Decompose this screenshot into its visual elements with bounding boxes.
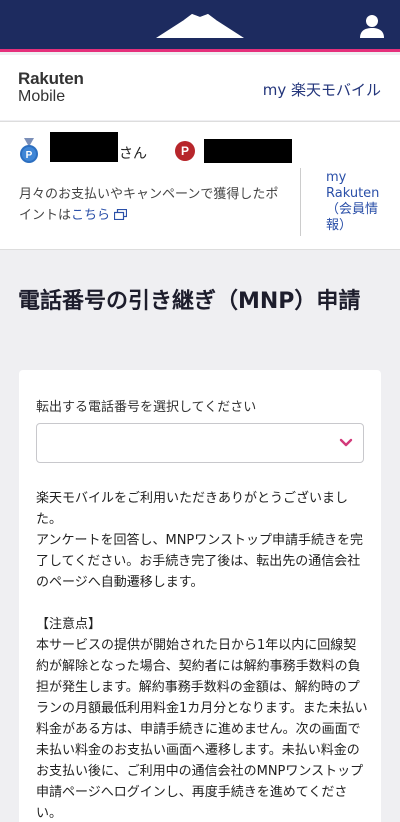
medal-icon: P — [20, 138, 38, 163]
honorific-label: さん — [119, 146, 147, 162]
redacted-point-balance — [204, 139, 292, 163]
rakuten-point-badge: P — [175, 141, 195, 161]
brand-bar: Rakuten Mobile my 楽天モバイル — [0, 55, 400, 120]
user-icon[interactable] — [358, 12, 386, 40]
notice-heading: 【注意点】 — [36, 617, 102, 632]
vertical-divider — [300, 168, 301, 236]
mount-fuji-icon[interactable] — [154, 10, 246, 40]
notice-body: 本サービスの提供が開始された日から1年以内に回線契約が解除となった場合、契約者に… — [36, 638, 368, 821]
svg-text:P: P — [26, 150, 33, 161]
external-link-icon[interactable] — [114, 209, 128, 220]
chevron-down-icon — [339, 438, 353, 447]
points-here-link[interactable]: こちら — [71, 208, 110, 223]
member-points-panel: P さん P 月々のお支払いやキャンペーンで獲得したポイントはこちら my Ra… — [0, 121, 400, 250]
thanks-paragraph: 楽天モバイルをご利用いただきありがとうございました。 — [36, 491, 349, 527]
page-title: 電話番号の引き継ぎ（MNP）申請 — [18, 289, 361, 314]
points-note-text: 月々のお支払いやキャンペーンで獲得したポイントは — [19, 187, 279, 223]
my-rakuten-member-info-link[interactable]: my Rakuten（会員情報） — [326, 170, 382, 234]
phone-number-select[interactable] — [36, 423, 364, 463]
rakuten-logo-text[interactable]: Rakuten — [18, 69, 84, 89]
mobile-logo-text[interactable]: Mobile — [18, 88, 65, 106]
my-rakuten-mobile-link[interactable]: my 楽天モバイル — [263, 79, 381, 100]
mnp-info-text: 楽天モバイルをご利用いただきありがとうございました。 アンケートを回答し、MNP… — [36, 488, 368, 822]
points-note: 月々のお支払いやキャンペーンで獲得したポイントはこちら — [19, 184, 281, 226]
phone-select-label: 転出する電話番号を選択してください — [36, 400, 257, 415]
instructions-paragraph: アンケートを回答し、MNPワンストップ申請手続きを完了してください。お手続き完了… — [36, 533, 364, 590]
top-header-bar — [0, 0, 400, 52]
mnp-form-card: 転出する電話番号を選択してください 楽天モバイルをご利用いただきありがとうござい… — [19, 370, 381, 822]
redacted-member-name — [50, 132, 118, 162]
